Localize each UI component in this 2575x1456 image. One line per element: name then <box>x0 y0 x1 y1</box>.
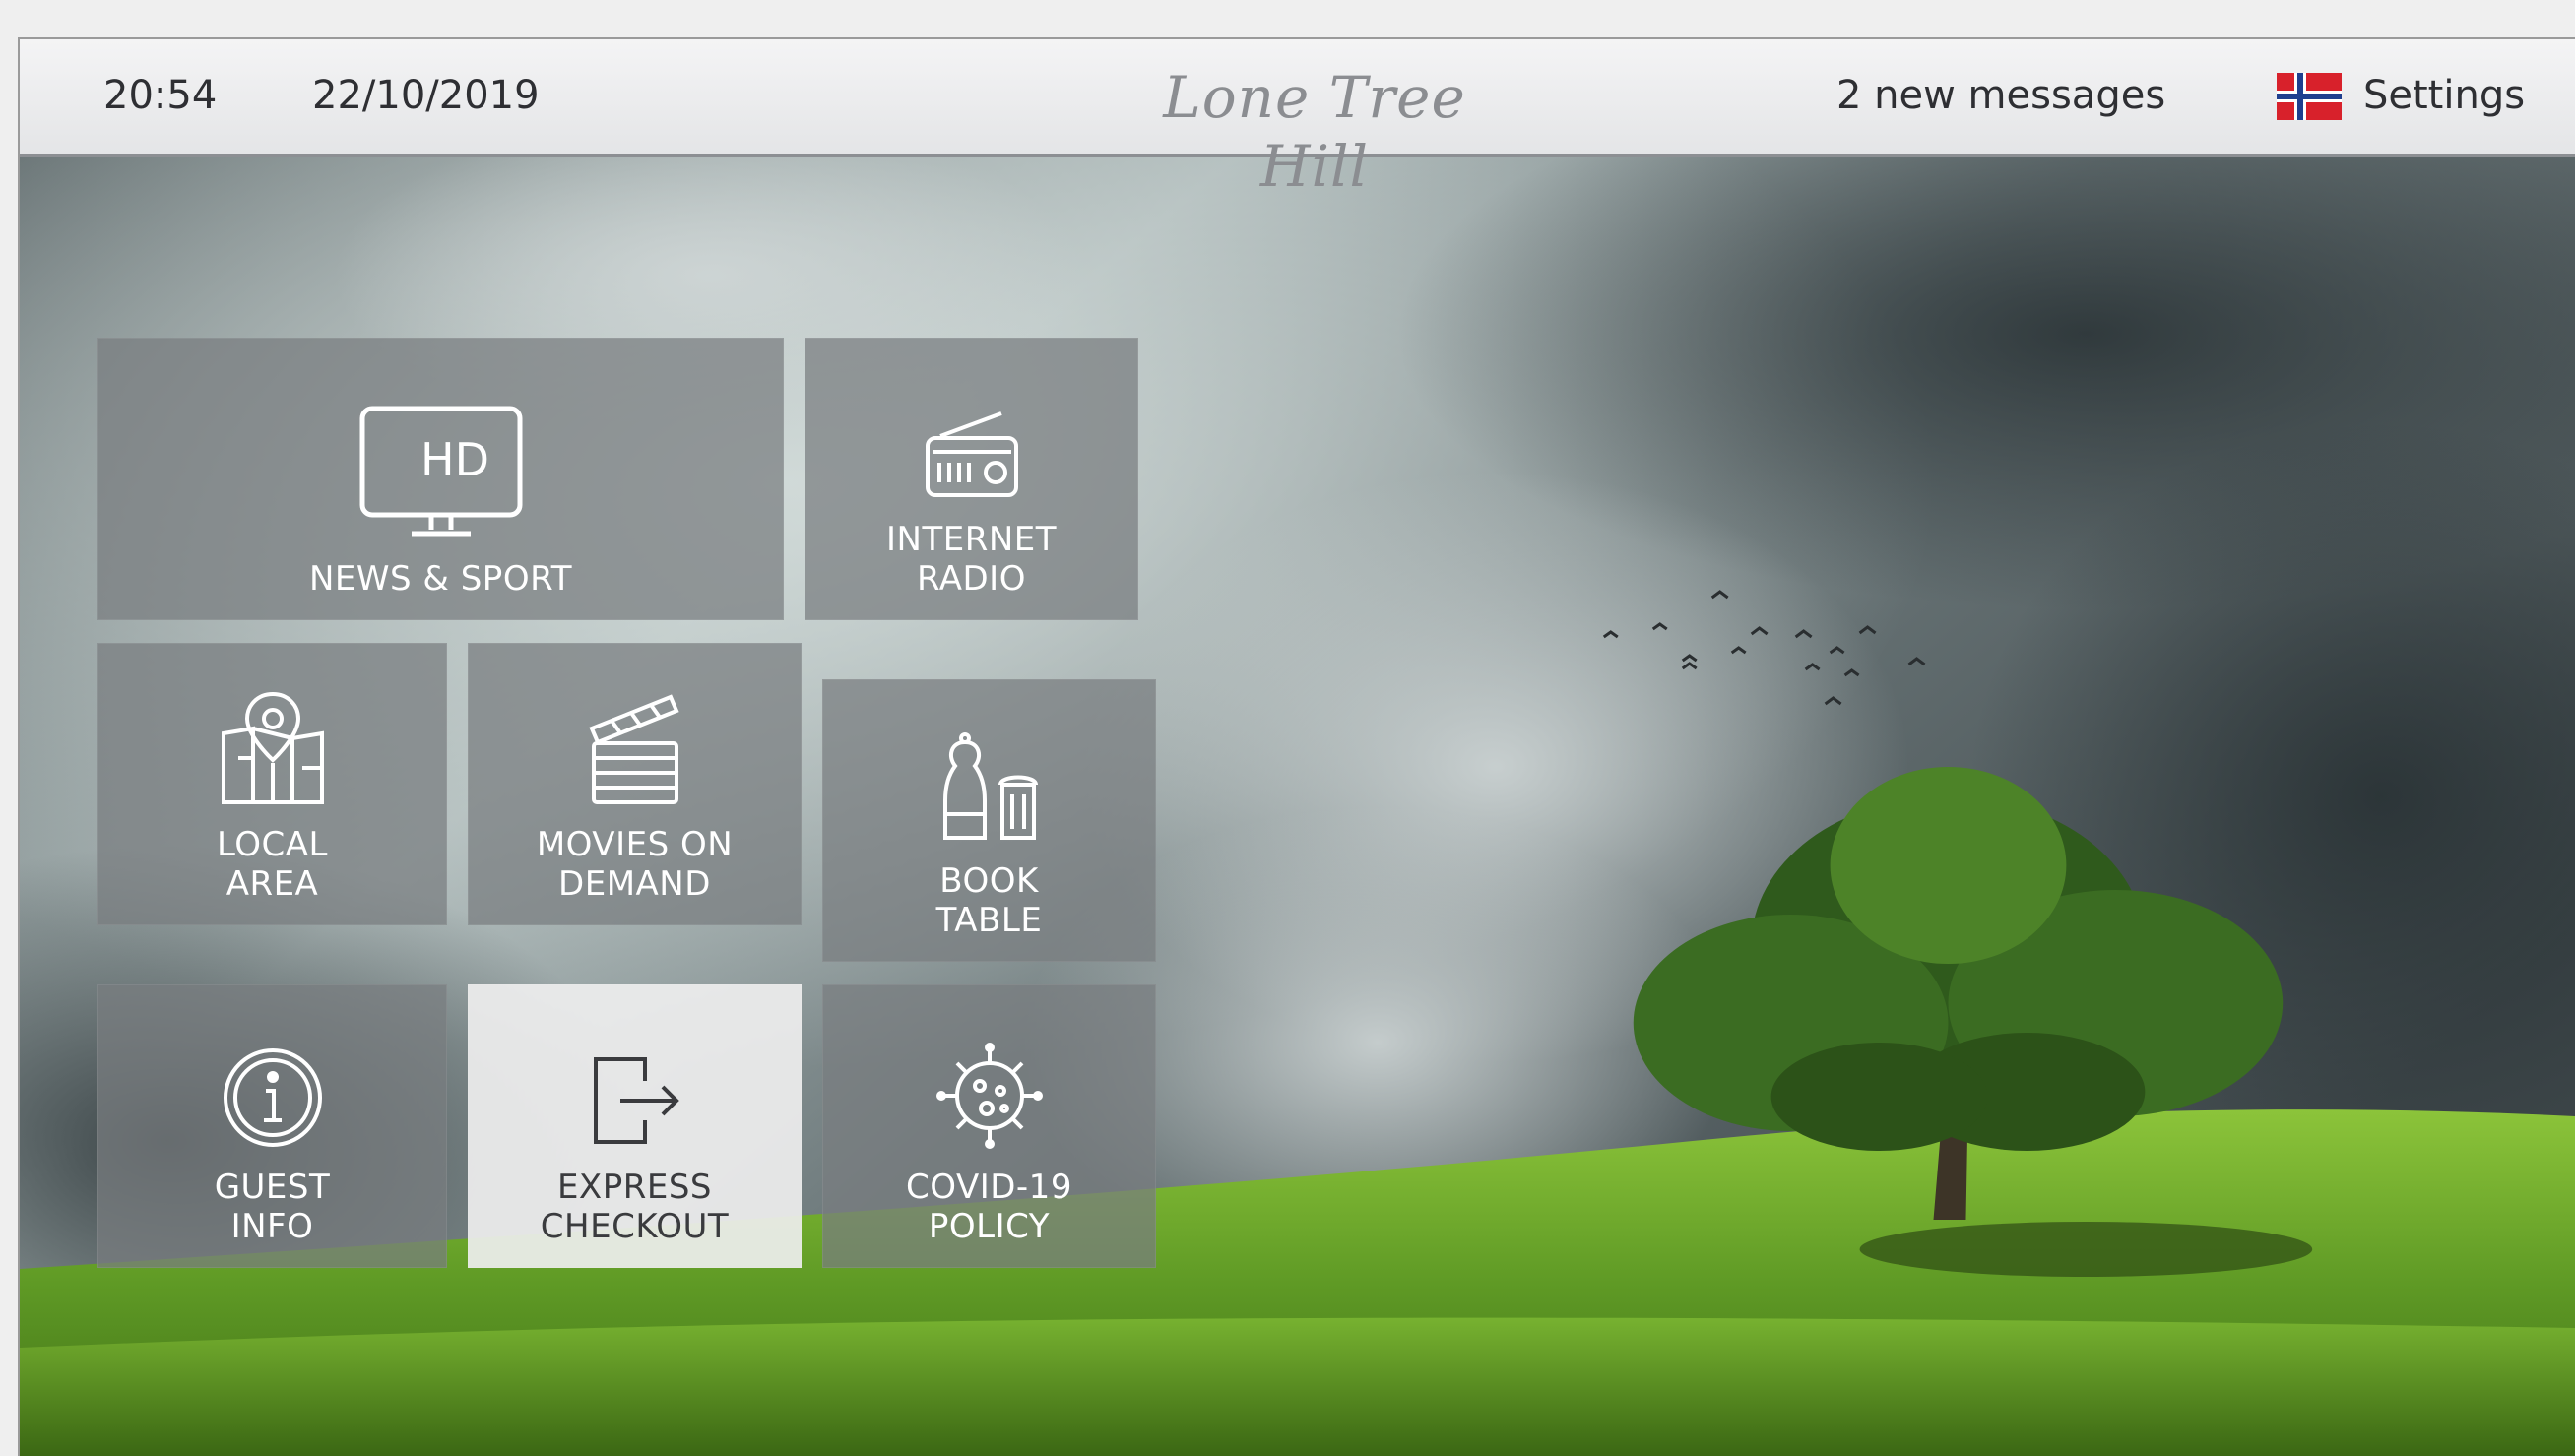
hotel-brand-logo: Lone Tree Hill <box>1163 64 1466 200</box>
radio-icon <box>925 411 1018 497</box>
tile-book-table[interactable]: BOOK TABLE <box>822 679 1156 962</box>
tile-label: BOOK TABLE <box>935 861 1043 940</box>
tile-label: LOCAL AREA <box>217 825 328 904</box>
virus-icon <box>935 1043 1043 1149</box>
clock-time: 20:54 <box>103 73 218 118</box>
exit-door-icon <box>593 1057 679 1144</box>
map-pin-icon <box>221 691 324 804</box>
salt-pepper-icon <box>942 732 1038 840</box>
tv-portal-screen: 20:54 22/10/2019 Lone Tree Hill 2 new me… <box>18 37 2575 1456</box>
clapperboard-icon <box>588 694 679 804</box>
tile-movies-on-demand[interactable]: MOVIES ON DEMAND <box>468 643 802 925</box>
tile-label: INTERNET RADIO <box>885 520 1058 599</box>
messages-link[interactable]: 2 new messages <box>1836 72 2165 119</box>
svg-text:HD: HD <box>420 433 489 486</box>
current-date: 22/10/2019 <box>312 73 540 118</box>
tile-covid-policy[interactable]: COVID-19 POLICY <box>822 984 1156 1268</box>
settings-button[interactable]: Settings <box>2363 72 2525 119</box>
tile-local-area[interactable]: LOCAL AREA <box>97 643 447 925</box>
tile-news-sport[interactable]: HD NEWS & SPORT <box>97 338 784 620</box>
tile-label: MOVIES ON DEMAND <box>536 825 734 904</box>
tile-label: NEWS & SPORT <box>308 559 572 599</box>
tile-express-checkout[interactable]: EXPRESS CHECKOUT <box>468 984 802 1268</box>
tile-guest-info[interactable]: GUEST INFO <box>97 984 447 1268</box>
norway-flag-icon[interactable] <box>2275 73 2344 120</box>
info-icon <box>223 1048 322 1147</box>
hd-tv-icon: HD <box>359 406 522 537</box>
tile-label: GUEST INFO <box>214 1168 331 1246</box>
tile-label: EXPRESS CHECKOUT <box>540 1168 730 1246</box>
top-bar: 20:54 22/10/2019 Lone Tree Hill 2 new me… <box>20 39 2575 200</box>
tile-label: COVID-19 POLICY <box>906 1168 1072 1246</box>
tile-internet-radio[interactable]: INTERNET RADIO <box>805 338 1138 620</box>
